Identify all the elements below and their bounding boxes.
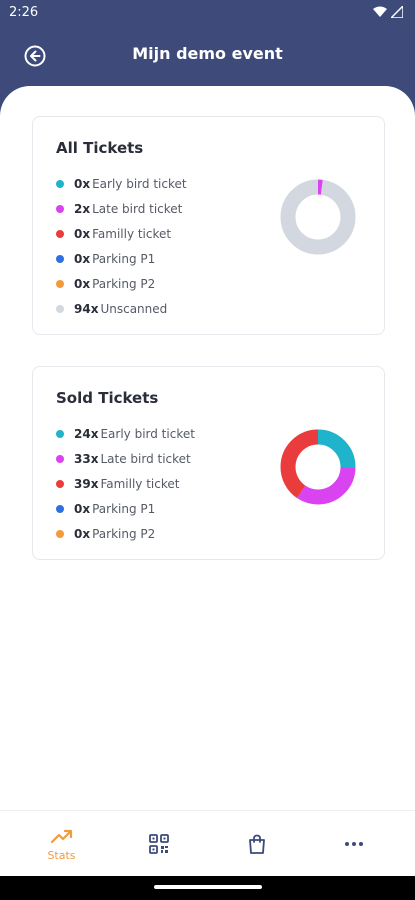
bottom-nav: Stats	[0, 810, 415, 876]
nav-label-stats: Stats	[47, 848, 76, 862]
ticket-count: 33x	[74, 451, 99, 466]
all-tickets-donut-slice-unscanned	[280, 179, 356, 255]
ticket-count: 39x	[74, 476, 99, 491]
sold-tickets-title: Sold Tickets	[56, 389, 159, 407]
page-title: Mijn demo event	[132, 44, 283, 63]
sold-tickets-legend-item-parking-p1: 0x Parking P1	[56, 496, 195, 521]
ticket-label: Early bird ticket	[92, 176, 187, 191]
ticket-label: Unscanned	[100, 301, 168, 316]
status-bar: 2:26	[0, 0, 415, 26]
ticket-label: Familly ticket	[100, 476, 180, 491]
ticket-label: Late bird ticket	[92, 201, 183, 216]
legend-dot	[56, 504, 64, 513]
ticket-count: 0x	[74, 276, 91, 291]
status-icons	[373, 6, 403, 18]
legend-dot	[56, 429, 64, 438]
sold-tickets-legend-item-late-bird-ticket: 33x Late bird ticket	[56, 446, 195, 471]
legend-dot	[56, 479, 64, 488]
all-tickets-legend: 0x Early bird ticket 2x Late bird ticket 0x F…	[56, 171, 187, 321]
ticket-label: Familly ticket	[92, 226, 172, 241]
sold-tickets-legend-item-parking-p2: 0x Parking P2	[56, 521, 195, 546]
ticket-label: Parking P2	[92, 526, 156, 541]
legend-dot	[56, 229, 64, 238]
nav-item-stats[interactable]: Stats	[10, 811, 113, 877]
app-bar: Mijn demo event	[0, 26, 415, 86]
more-icon	[344, 842, 363, 846]
all-tickets-legend-item-familly-ticket: 0x Familly ticket	[56, 221, 187, 246]
trending-up-icon	[50, 829, 72, 843]
all-tickets-legend-item-unscanned: 94x Unscanned	[56, 296, 187, 321]
legend-dot	[56, 279, 64, 288]
nav-item-qr[interactable]	[107, 811, 210, 877]
nav-item-more[interactable]	[302, 811, 405, 877]
ticket-count: 24x	[74, 426, 99, 441]
qr-code-icon	[148, 834, 169, 854]
legend-dot	[56, 254, 64, 263]
legend-dot	[56, 529, 64, 538]
wifi-icon	[373, 6, 387, 17]
ticket-label: Parking P2	[92, 276, 156, 291]
ticket-count: 0x	[74, 526, 91, 541]
ticket-label: Parking P1	[92, 501, 156, 516]
ticket-count: 2x	[74, 201, 91, 216]
legend-dot	[56, 204, 64, 213]
ticket-count: 94x	[74, 301, 99, 316]
signal-icon	[391, 6, 403, 18]
ticket-label: Parking P1	[92, 251, 156, 266]
ticket-count: 0x	[74, 251, 91, 266]
shopping-bag-icon	[248, 834, 265, 854]
legend-dot	[56, 304, 64, 313]
all-tickets-legend-item-late-bird-ticket: 2x Late bird ticket	[56, 196, 187, 221]
ticket-count: 0x	[74, 176, 91, 191]
status-time: 2:26	[9, 5, 39, 20]
main-content: All Tickets 0x Early bird ticket 2x Late bi…	[0, 86, 415, 810]
gesture-area	[0, 876, 415, 900]
all-tickets-title: All Tickets	[56, 139, 144, 157]
ticket-count: 0x	[74, 501, 91, 516]
sold-tickets-legend-item-early-bird-ticket: 24x Early bird ticket	[56, 421, 195, 446]
all-tickets-card: All Tickets 0x Early bird ticket 2x Late bi…	[32, 116, 385, 335]
nav-item-shop[interactable]	[205, 811, 308, 877]
all-tickets-legend-item-parking-p2: 0x Parking P2	[56, 271, 187, 296]
all-tickets-donut-chart	[280, 179, 356, 255]
home-gesture-bar[interactable]	[154, 885, 262, 889]
sold-tickets-card: Sold Tickets 24x Early bird ticket 33x Late…	[32, 366, 385, 560]
legend-dot	[56, 179, 64, 188]
ticket-count: 0x	[74, 226, 91, 241]
all-tickets-legend-item-early-bird-ticket: 0x Early bird ticket	[56, 171, 187, 196]
sold-tickets-donut-chart	[280, 429, 356, 505]
sold-tickets-legend: 24x Early bird ticket 33x Late bird ticket 3…	[56, 421, 195, 546]
sold-tickets-legend-item-familly-ticket: 39x Familly ticket	[56, 471, 195, 496]
legend-dot	[56, 454, 64, 463]
ticket-label: Late bird ticket	[100, 451, 191, 466]
ticket-label: Early bird ticket	[100, 426, 195, 441]
all-tickets-legend-item-parking-p1: 0x Parking P1	[56, 246, 187, 271]
